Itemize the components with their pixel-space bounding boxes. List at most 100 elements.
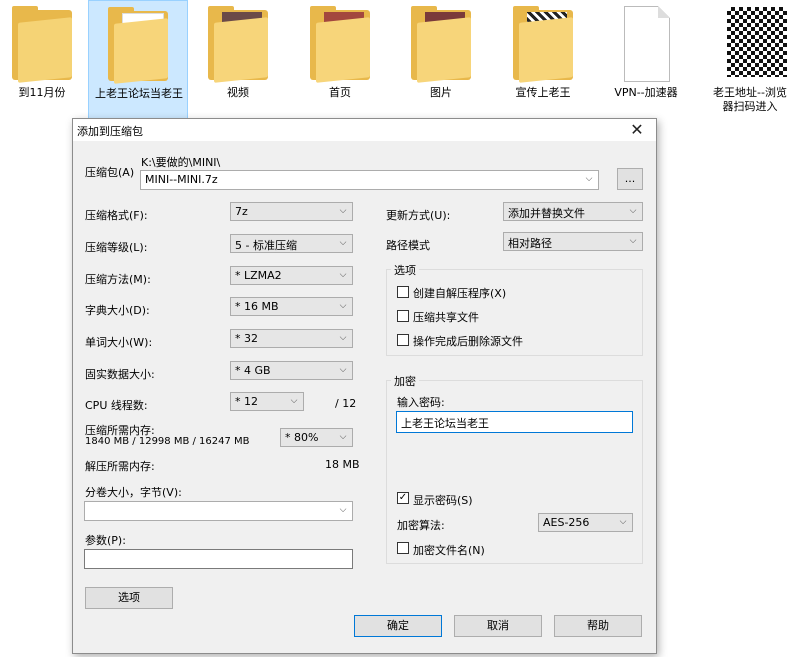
shared-label: 压缩共享文件 [413,311,479,324]
folder-icon [208,4,268,83]
update-mode-select[interactable]: 添加并替换文件 ⌵ [503,202,643,221]
dict-select[interactable]: * 16 MB ⌵ [230,297,353,316]
add-to-archive-dialog: 添加到压缩包 ✕ 压缩包(A) K:\要做的\MINI\ MINI--MINI.… [72,118,657,654]
method-label: 压缩方法(M): [85,273,151,286]
method-select[interactable]: * LZMA2 ⌵ [230,266,353,285]
format-value: 7z [235,205,248,218]
chevron-down-icon: ⌵ [339,238,347,248]
chevron-down-icon: ⌵ [619,517,627,527]
method-value: * LZMA2 [235,269,282,282]
encrypt-names-label: 加密文件名(N) [413,544,485,557]
chevron-down-icon: ⌵ [585,174,593,184]
file-name: 宣传上老王 [515,86,571,99]
split-size-combo[interactable]: ⌵ [84,501,353,521]
show-password-label: 显示密码(S) [413,494,473,507]
mem-percent-value: * 80% [285,431,319,444]
delete-checkbox[interactable] [397,334,409,346]
split-label: 分卷大小，字节(V): [85,486,182,499]
password-input[interactable]: 上老王论坛当老王 [396,411,633,433]
enc-method-value: AES-256 [543,516,590,529]
path-mode-select[interactable]: 相对路径 ⌵ [503,232,643,251]
mem-percent-select[interactable]: * 80% ⌵ [280,428,353,447]
update-value: 添加并替换文件 [508,207,585,220]
folder-icon [310,4,370,83]
show-password-checkbox[interactable]: ✓ [397,492,409,504]
chevron-down-icon: ⌵ [339,206,347,216]
params-label: 参数(P): [85,534,126,547]
file-item-0[interactable]: 到11月份 [0,0,92,120]
cpu-label: CPU 线程数: [85,399,148,412]
cpu-value: * 12 [235,395,258,408]
solid-select[interactable]: * 4 GB ⌵ [230,361,353,380]
cancel-button[interactable]: 取消 [454,615,542,637]
folder-icon [411,4,471,83]
file-name: 老王地址--浏览器扫码进入 [713,86,787,113]
word-value: * 32 [235,332,258,345]
browse-button[interactable]: ... [617,168,643,190]
shared-checkbox[interactable] [397,310,409,322]
chevron-down-icon: ⌵ [339,432,347,442]
cpu-select[interactable]: * 12 ⌵ [230,392,304,411]
file-item-7[interactable]: 老王地址--浏览器扫码进入 [700,0,800,120]
format-select[interactable]: 7z ⌵ [230,202,353,221]
file-name: VPN--加速器 [614,86,678,99]
level-select[interactable]: 5 - 标准压缩 ⌵ [230,234,353,253]
password-value: 上老王论坛当老王 [401,417,489,430]
archive-label: 压缩包(A) [85,166,135,179]
file-name: 上老王论坛当老王 [95,87,183,100]
encrypt-names-checkbox[interactable] [397,542,409,554]
archive-name-combo[interactable]: MINI--MINI.7z ⌵ [140,170,599,190]
dict-value: * 16 MB [235,300,279,313]
cpu-total: / 12 [335,397,357,410]
path-value: 相对路径 [508,237,552,250]
ok-button[interactable]: 确定 [354,615,442,637]
level-label: 压缩等级(L): [85,241,148,254]
chevron-down-icon: ⌵ [339,301,347,311]
title-bar: 添加到压缩包 ✕ [73,119,656,141]
chevron-down-icon: ⌵ [339,505,347,515]
mem-decomp-label: 解压所需内存: [85,460,155,473]
file-item-3[interactable]: 首页 [290,0,390,120]
chevron-down-icon: ⌵ [339,270,347,280]
qr-image-icon [720,4,790,80]
options-button[interactable]: 选项 [85,587,173,609]
file-item-2[interactable]: 视频 [188,0,288,120]
archive-path: K:\要做的\MINI\ [141,156,221,169]
file-item-6[interactable]: VPN--加速器 [596,0,696,120]
chevron-down-icon: ⌵ [290,396,298,406]
close-icon[interactable]: ✕ [624,119,650,141]
dict-label: 字典大小(D): [85,304,150,317]
params-input[interactable] [84,549,353,569]
chevron-down-icon: ⌵ [629,206,637,216]
file-name: 首页 [329,86,351,99]
file-item-1[interactable]: 上老王论坛当老王 [88,0,188,120]
file-item-4[interactable]: 图片 [391,0,491,120]
solid-value: * 4 GB [235,364,271,377]
file-item-5[interactable]: 宣传上老王 [493,0,593,120]
mem-decomp-value: 18 MB [325,458,360,471]
help-button[interactable]: 帮助 [554,615,642,637]
level-value: 5 - 标准压缩 [235,239,297,252]
chevron-down-icon: ⌵ [339,333,347,343]
word-label: 单词大小(W): [85,336,153,349]
dialog-title: 添加到压缩包 [77,125,143,138]
folder-icon [513,4,573,83]
file-name: 到11月份 [18,86,66,99]
delete-label: 操作完成后删除源文件 [413,335,523,348]
password-label: 输入密码: [397,396,445,409]
path-label: 路径模式 [386,239,430,252]
file-name: 图片 [430,86,452,99]
document-icon [616,4,676,82]
archive-name-value: MINI--MINI.7z [145,173,218,186]
file-name: 视频 [227,86,249,99]
mem-comp-value: 1840 MB / 12998 MB / 16247 MB [85,436,250,447]
update-label: 更新方式(U): [386,209,451,222]
file-explorer-view: 到11月份 上老王论坛当老王 视频 首页 图片 宣传上老王 VPN--加速器 老… [0,0,800,125]
chevron-down-icon: ⌵ [629,236,637,246]
sfx-checkbox[interactable] [397,286,409,298]
solid-label: 固实数据大小: [85,368,155,381]
folder-icon [108,5,168,84]
options-group-title: 选项 [391,262,419,278]
word-select[interactable]: * 32 ⌵ [230,329,353,348]
enc-method-select[interactable]: AES-256 ⌵ [538,513,633,532]
